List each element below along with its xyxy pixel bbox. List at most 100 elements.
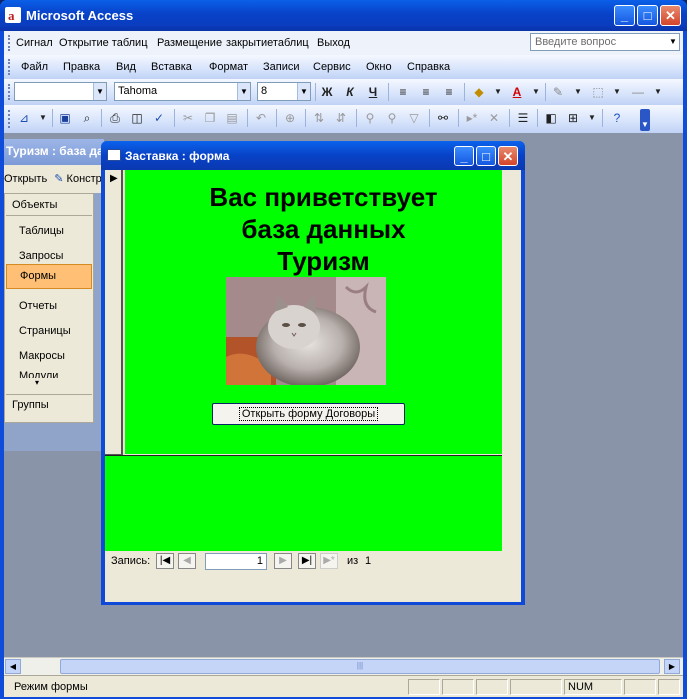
object-modules[interactable]: Модули [19, 370, 58, 378]
copy-icon[interactable]: ❐ [201, 110, 219, 126]
design-button[interactable]: Конструктор [67, 173, 104, 185]
database-window-title[interactable]: Туризм : база данных [4, 139, 104, 165]
groups-header[interactable]: Группы [6, 394, 92, 415]
font-name-select[interactable]: Tahoma ▼ [114, 82, 251, 101]
minimize-button[interactable]: _ [614, 5, 635, 26]
save-icon[interactable]: ▣ [56, 110, 74, 126]
object-tables[interactable]: Таблицы [19, 225, 64, 237]
menu-edit[interactable]: Правка [63, 61, 100, 73]
font-size-select[interactable]: 8 ▼ [257, 82, 311, 101]
menu-help[interactable]: Справка [407, 61, 450, 73]
form-minimize-button[interactable]: _ [454, 146, 474, 166]
form-titlebar[interactable]: Заставка : форма _ □ ✕ [101, 141, 525, 170]
chevron-down-icon[interactable]: ▼ [649, 84, 667, 100]
scroll-left-button[interactable]: ◀ [5, 659, 21, 674]
record-selector[interactable]: ▶ [105, 170, 123, 455]
size-grip[interactable] [658, 679, 680, 695]
design-icon[interactable]: ✎ [54, 173, 63, 185]
first-record-button[interactable]: |◀ [156, 553, 174, 569]
object-queries[interactable]: Запросы [19, 250, 63, 262]
border-icon[interactable]: ⬚ [589, 84, 607, 100]
ask-question-input[interactable]: Введите вопрос [530, 33, 680, 51]
chevron-down-icon[interactable]: ▼ [569, 84, 587, 100]
objects-header[interactable]: Объекты [6, 195, 92, 216]
previous-record-button[interactable]: ◀ [178, 553, 196, 569]
chevron-down-icon[interactable]: ▼ [237, 83, 250, 100]
find-icon[interactable]: ⚯ [434, 110, 452, 126]
bold-button[interactable]: Ж [318, 84, 336, 100]
menu-placement[interactable]: Размещение [157, 37, 222, 49]
toolbar-grip[interactable] [8, 59, 11, 75]
close-button[interactable]: ✕ [660, 5, 681, 26]
chevron-down-icon[interactable]: ▼ [608, 84, 626, 100]
new-record-icon[interactable]: ▸* [463, 110, 481, 126]
object-select[interactable]: ▼ [14, 82, 107, 101]
last-record-button[interactable]: ▶| [298, 553, 316, 569]
form-close-button[interactable]: ✕ [498, 146, 518, 166]
toolbar-grip[interactable] [8, 84, 11, 100]
line-width-icon[interactable]: — [629, 84, 647, 100]
font-color-icon[interactable]: A [508, 84, 526, 100]
filter-by-selection-icon[interactable]: ⚲ [361, 110, 379, 126]
print-preview-icon[interactable]: ◫ [128, 110, 146, 126]
chevron-down-icon[interactable]: ▼ [489, 84, 507, 100]
menu-open-tables[interactable]: Открытие таблиц [59, 37, 148, 49]
italic-button[interactable]: К [341, 84, 359, 100]
form-maximize-button[interactable]: □ [476, 146, 496, 166]
open-button[interactable]: Открыть [4, 173, 47, 185]
new-object-icon[interactable]: ⊞ [564, 110, 582, 126]
toolbar-grip[interactable] [8, 35, 11, 51]
horizontal-scrollbar[interactable]: ◀ ||| ▶ [4, 657, 683, 675]
toolbar-options-icon[interactable]: ▼ [640, 109, 650, 131]
chevron-down-icon[interactable]: ▾ [35, 378, 39, 387]
view-icon[interactable]: ⊿ [15, 110, 33, 126]
object-reports[interactable]: Отчеты [19, 300, 57, 312]
chevron-down-icon[interactable]: ▼ [527, 84, 545, 100]
spelling-icon[interactable]: ✓ [150, 110, 168, 126]
sort-descending-icon[interactable]: ⇵ [332, 110, 350, 126]
database-window-icon[interactable]: ◧ [542, 110, 560, 126]
chevron-down-icon[interactable]: ▼ [667, 34, 679, 50]
object-macros[interactable]: Макросы [19, 350, 65, 362]
menu-signal[interactable]: Сигнал [16, 37, 53, 49]
chevron-down-icon[interactable]: ▼ [297, 83, 310, 100]
menu-records[interactable]: Записи [263, 61, 300, 73]
cut-icon[interactable]: ✂ [179, 110, 197, 126]
new-record-button[interactable]: ▶* [320, 553, 338, 569]
align-left-icon[interactable]: ≡ [394, 84, 412, 100]
sort-ascending-icon[interactable]: ⇅ [310, 110, 328, 126]
menu-view[interactable]: Вид [116, 61, 136, 73]
filter-by-form-icon[interactable]: ⚲ [383, 110, 401, 126]
open-contracts-form-button[interactable]: Открыть форму Договоры [212, 403, 405, 425]
underline-button[interactable]: Ч [364, 84, 382, 100]
menu-file[interactable]: Файл [21, 61, 48, 73]
next-record-button[interactable]: ▶ [274, 553, 292, 569]
print-icon[interactable]: ⎙ [106, 110, 124, 126]
menu-format[interactable]: Формат [209, 61, 248, 73]
undo-icon[interactable]: ↶ [252, 110, 270, 126]
object-forms-selected[interactable]: Формы [6, 264, 92, 289]
line-color-icon[interactable]: ✎ [549, 84, 567, 100]
help-icon[interactable]: ? [608, 110, 626, 126]
menu-insert[interactable]: Вставка [151, 61, 192, 73]
apply-filter-icon[interactable]: ▽ [405, 110, 423, 126]
hyperlink-icon[interactable]: ⊕ [281, 110, 299, 126]
chevron-down-icon[interactable]: ▼ [34, 110, 52, 126]
app-titlebar[interactable]: a Microsoft Access _ □ ✕ [0, 0, 687, 31]
object-pages[interactable]: Страницы [19, 325, 71, 337]
align-right-icon[interactable]: ≡ [440, 84, 458, 100]
file-search-icon[interactable]: ⌕ [78, 110, 96, 126]
toolbar-grip[interactable] [8, 110, 11, 128]
menu-close-tables[interactable]: закрытиетаблиц [226, 37, 309, 49]
current-record-input[interactable]: 1 [205, 553, 267, 570]
paste-icon[interactable]: ▤ [223, 110, 241, 126]
menu-tools[interactable]: Сервис [313, 61, 351, 73]
chevron-down-icon[interactable]: ▼ [93, 83, 106, 100]
align-center-icon[interactable]: ≡ [417, 84, 435, 100]
scroll-right-button[interactable]: ▶ [664, 659, 680, 674]
scroll-thumb[interactable]: ||| [60, 659, 660, 674]
menu-exit[interactable]: Выход [317, 37, 350, 49]
fill-color-icon[interactable]: ◆ [470, 84, 488, 100]
chevron-down-icon[interactable]: ▼ [583, 110, 601, 126]
menu-window[interactable]: Окно [366, 61, 392, 73]
